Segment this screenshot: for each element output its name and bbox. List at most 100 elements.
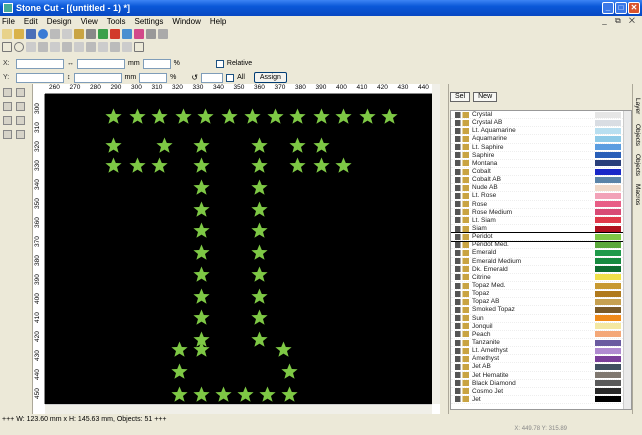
stone-star[interactable] <box>193 341 210 358</box>
eye-lock-icon[interactable] <box>455 241 469 248</box>
eye-lock-icon[interactable] <box>455 233 469 240</box>
menu-help[interactable]: Help <box>210 17 226 26</box>
color-row[interactable]: Jet AB <box>451 363 631 372</box>
stone-star[interactable] <box>313 157 330 174</box>
width-field[interactable] <box>77 58 125 69</box>
eye-lock-icon[interactable] <box>455 388 469 395</box>
color-row[interactable]: Saphire <box>451 152 631 160</box>
eye-lock-icon[interactable] <box>455 144 469 151</box>
eye-lock-icon[interactable] <box>455 249 469 256</box>
minimize-button[interactable]: _ <box>602 2 614 14</box>
scale-x-field[interactable] <box>142 58 171 69</box>
eye-lock-icon[interactable] <box>455 306 469 313</box>
grid-icon[interactable] <box>50 42 60 52</box>
open-icon[interactable] <box>14 29 24 39</box>
stone-star[interactable] <box>171 341 188 358</box>
color-row[interactable]: Smoked Topaz <box>451 306 631 315</box>
tab-layer[interactable]: Layer <box>634 98 641 114</box>
add-tool-icon[interactable] <box>16 88 25 97</box>
eye-lock-icon[interactable] <box>455 168 469 175</box>
scissors-icon[interactable] <box>62 42 72 52</box>
color-row[interactable]: Rose Medium <box>451 209 631 217</box>
eye-lock-icon[interactable] <box>455 323 469 330</box>
menu-settings[interactable]: Settings <box>134 17 163 26</box>
height-field[interactable] <box>73 72 122 83</box>
stone-star[interactable] <box>251 309 268 326</box>
eye-lock-icon[interactable] <box>455 363 469 370</box>
menu-tools[interactable]: Tools <box>107 17 126 26</box>
stone-star[interactable] <box>105 137 122 154</box>
color-row[interactable]: Emerald <box>451 249 631 258</box>
tab-macros[interactable]: Macros <box>634 184 641 205</box>
color-row[interactable]: Citrine <box>451 274 631 282</box>
color-row[interactable]: Lt. Saphire <box>451 144 631 152</box>
info-icon[interactable] <box>38 29 48 39</box>
eye-lock-icon[interactable] <box>455 119 469 126</box>
color-row[interactable]: Rose <box>451 201 631 209</box>
maximize-button[interactable]: □ <box>615 2 627 14</box>
stone-star[interactable] <box>237 386 254 403</box>
stone-star[interactable] <box>193 179 210 196</box>
eye-lock-icon[interactable] <box>455 274 469 281</box>
eye-lock-icon[interactable] <box>455 331 469 338</box>
stone-star[interactable] <box>313 137 330 154</box>
stone-star[interactable] <box>129 157 146 174</box>
color-row[interactable]: Sun <box>451 315 631 323</box>
color-row[interactable]: Peridot <box>451 232 631 243</box>
design-artboard[interactable] <box>45 94 432 404</box>
stone-star[interactable] <box>251 244 268 261</box>
stone-star[interactable] <box>193 201 210 218</box>
stone-star[interactable] <box>151 157 168 174</box>
assign-button[interactable]: Assign <box>253 72 287 83</box>
menu-file[interactable]: File <box>2 17 15 26</box>
stone-star[interactable] <box>197 108 214 125</box>
color-row[interactable]: Cobalt <box>451 168 631 177</box>
redo-icon[interactable] <box>158 29 168 39</box>
stone-star[interactable] <box>193 288 210 305</box>
tab-objects[interactable]: Objects <box>634 124 641 146</box>
stone-star[interactable] <box>267 108 284 125</box>
pointer-tool-icon[interactable] <box>3 88 12 97</box>
stone-star[interactable] <box>175 108 192 125</box>
ellipse-icon[interactable] <box>14 42 24 52</box>
eye-lock-icon[interactable] <box>455 339 469 346</box>
stone-tool-icon[interactable] <box>16 130 25 139</box>
menu-window[interactable]: Window <box>172 17 200 26</box>
stone-star[interactable] <box>193 137 210 154</box>
color-row[interactable]: Montana <box>451 160 631 168</box>
color-row[interactable]: Lt. Rose <box>451 192 631 201</box>
undo-icon[interactable] <box>146 29 156 39</box>
stone-star[interactable] <box>251 331 268 348</box>
color-list[interactable]: Crystal Crystal AB Lt. Aquamarine Aquamarin… <box>450 110 632 410</box>
eye-lock-icon[interactable] <box>455 192 469 199</box>
color-row[interactable]: Lt. Amethyst <box>451 347 631 356</box>
rect-icon[interactable] <box>2 42 12 52</box>
color-row[interactable]: Peridot Med. <box>451 241 631 250</box>
y-field[interactable] <box>16 72 64 83</box>
color-row[interactable]: Nude AB <box>451 184 631 193</box>
stone-star[interactable] <box>251 266 268 283</box>
horizontal-scrollbar[interactable] <box>45 404 432 414</box>
stone-star[interactable] <box>171 363 188 380</box>
stone-star[interactable] <box>381 108 398 125</box>
new-button[interactable]: New <box>473 92 498 102</box>
eye-lock-icon[interactable] <box>455 135 469 142</box>
mdi-controls[interactable]: _ ⧉ ✕ <box>602 16 638 26</box>
eye-lock-icon[interactable] <box>455 111 469 118</box>
eye-lock-icon[interactable] <box>455 201 469 208</box>
stone-star[interactable] <box>244 108 261 125</box>
eye-lock-icon[interactable] <box>455 176 469 183</box>
all-checkbox[interactable] <box>226 73 235 82</box>
tab-objects-2[interactable]: Objects <box>634 154 641 176</box>
eye-lock-icon[interactable] <box>455 225 469 232</box>
color-row[interactable]: Tanzanite <box>451 339 631 348</box>
stone-star[interactable] <box>289 108 306 125</box>
color-row[interactable]: Crystal <box>451 111 631 120</box>
color-row[interactable]: Lt. Aquamarine <box>451 127 631 136</box>
stone-star[interactable] <box>313 108 330 125</box>
group-icon[interactable] <box>26 42 36 52</box>
eye-lock-icon[interactable] <box>455 209 469 216</box>
color-icon[interactable] <box>134 29 144 39</box>
angle-field[interactable] <box>201 72 224 83</box>
print-icon[interactable] <box>86 29 96 39</box>
